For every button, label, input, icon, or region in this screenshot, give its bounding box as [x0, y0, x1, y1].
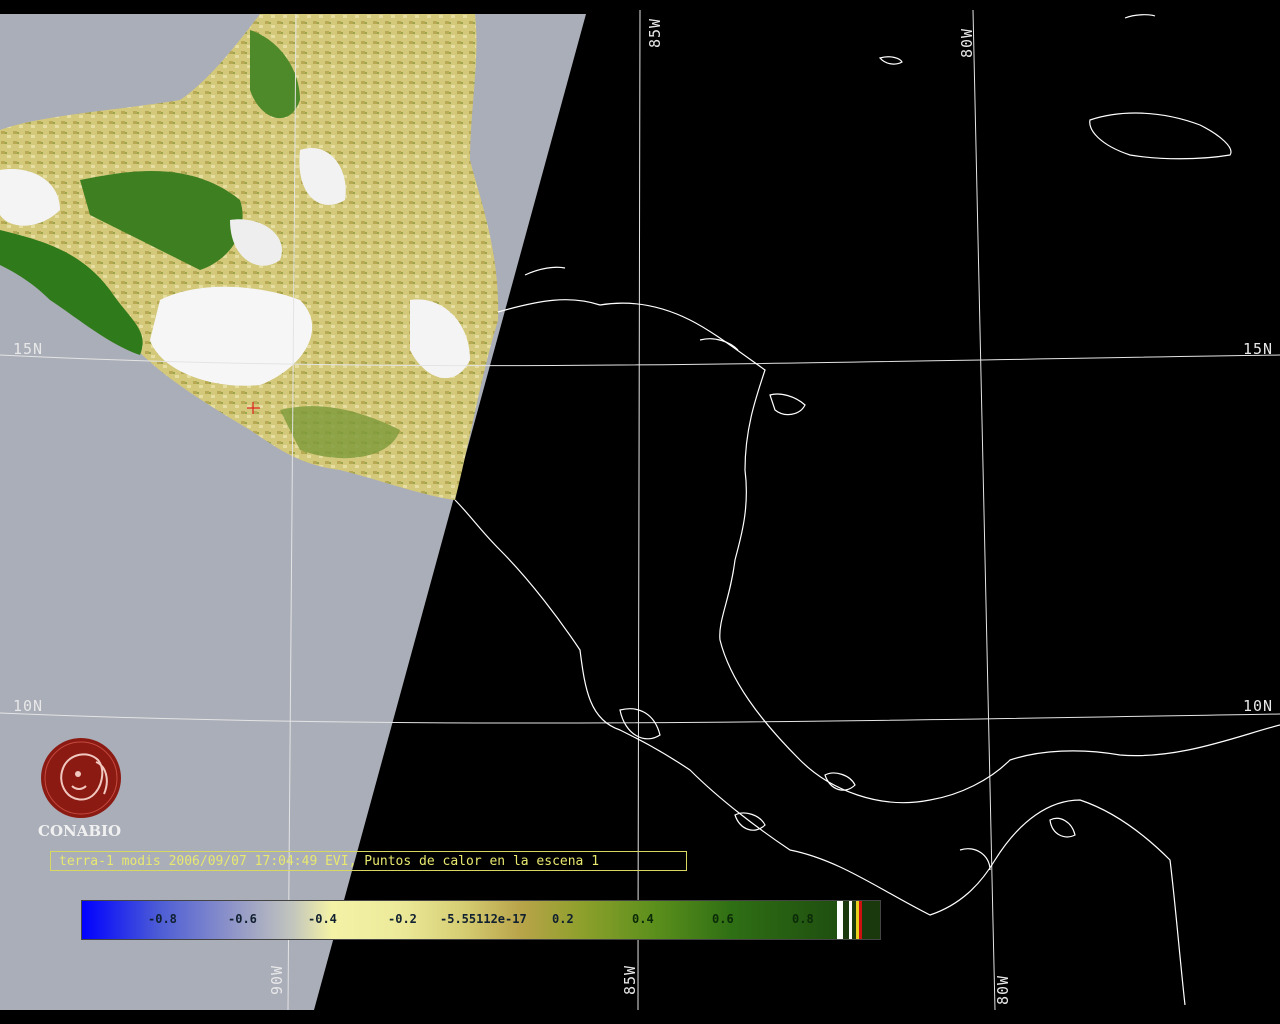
map-viewer: 15N 15N 10N 10N 85W 80W 90W 85W 80W CONA… [0, 0, 1280, 1024]
colorbar-tick-label: -0.2 [388, 912, 417, 926]
colorbar-cloud-swatch [837, 901, 843, 939]
colorbar-tick-label: 0.6 [712, 912, 734, 926]
colorbar-tick-label: 0.2 [552, 912, 574, 926]
grid-label-lat: 10N [13, 697, 44, 715]
colorbar-tick-label: -5.55112e-17 [440, 912, 527, 926]
grid-label-lon: 85W [621, 964, 639, 995]
grid-label-lon: 80W [994, 974, 1012, 1005]
colorbar-tick-label: 0.8 [792, 912, 814, 926]
grid-label-lat: 15N [1243, 340, 1274, 358]
colorbar-tick-label: 0.4 [632, 912, 654, 926]
logo-name: CONABIO [38, 822, 122, 840]
conabio-logo-icon [41, 738, 121, 818]
colorbar-hotspot-swatch [859, 901, 862, 939]
grid-label-lat: 10N [1243, 697, 1274, 715]
colorbar-tick-label: -0.4 [308, 912, 337, 926]
grid-label-lon: 80W [958, 27, 976, 58]
grid-label-lon: 85W [646, 17, 664, 48]
colorbar-tick-label: -0.6 [228, 912, 257, 926]
image-caption: terra-1 modis 2006/09/07 17:04:49 EVI, P… [50, 851, 687, 871]
colorbar-tick-label: -0.8 [148, 912, 177, 926]
colorbar-water-swatch [849, 901, 852, 939]
colorbar-legend: -0.8 -0.6 -0.4 -0.2 -5.55112e-17 0.2 0.4 0.6 0.8 [81, 900, 881, 940]
grid-label-lat: 15N [13, 340, 44, 358]
grid-label-lon: 90W [268, 964, 286, 995]
